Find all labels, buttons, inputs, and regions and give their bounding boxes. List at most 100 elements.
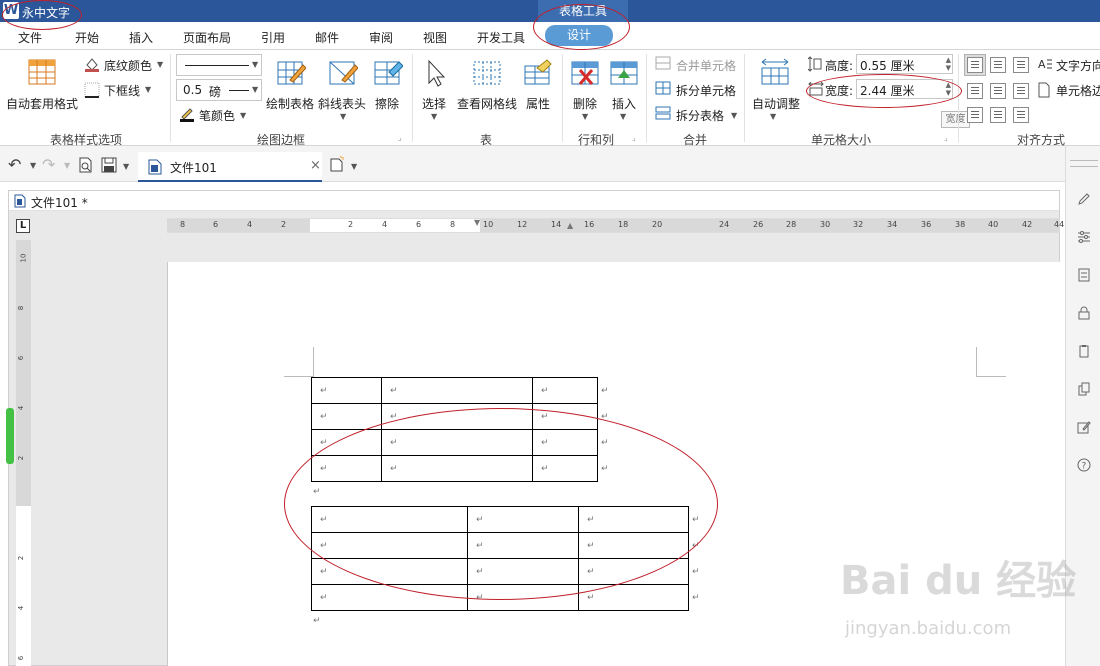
cell-size-launcher-icon[interactable]: ⌟ — [944, 133, 948, 142]
table-cell[interactable]: ↵ — [532, 403, 598, 430]
table-cell[interactable]: ↵ — [532, 455, 598, 482]
erase-button[interactable]: 擦除 — [375, 95, 399, 112]
tab-design[interactable]: 设计 — [545, 25, 613, 46]
line-weight-dropdown-icon[interactable]: ▼ — [252, 85, 258, 94]
table-cell[interactable]: ↵ — [311, 403, 382, 430]
tab-page-layout[interactable]: 页面布局 — [183, 29, 231, 46]
text-direction-button[interactable]: 文字方向 — [1056, 57, 1100, 74]
tab-file[interactable]: 文件 — [18, 29, 42, 46]
undo-icon[interactable]: ↶ — [8, 155, 21, 174]
table-cell[interactable]: ↵ — [467, 584, 579, 611]
styles-icon[interactable] — [1077, 268, 1091, 282]
vertical-ruler[interactable]: 10 8 6 4 2 2 4 6 — [6, 240, 31, 666]
draw-borders-launcher-icon[interactable]: ⌟ — [398, 133, 402, 142]
table-cell[interactable]: ↵ — [381, 403, 533, 430]
horizontal-ruler[interactable]: 8 6 4 2 2 4 6 8 10 12 14 16 18 20 24 26 28 30 32 34 36 38 40 42… — [167, 218, 1064, 233]
table-cell[interactable]: ↵ — [578, 558, 689, 585]
undo-dropdown-icon[interactable]: ▼ — [30, 161, 36, 170]
table-cell[interactable]: ↵ — [467, 532, 579, 559]
table-cell[interactable]: ↵ — [381, 455, 533, 482]
cell-margins-button[interactable]: 单元格边 — [1056, 82, 1100, 99]
tab-developer[interactable]: 开发工具 — [477, 29, 525, 46]
tab-review[interactable]: 审阅 — [369, 29, 393, 46]
draw-table-button[interactable]: 绘制表格 — [266, 95, 314, 112]
width-spinner-icon[interactable]: ▲ ▼ — [946, 81, 951, 97]
select-dropdown-icon[interactable]: ▼ — [431, 112, 437, 121]
copy-pages-icon[interactable] — [1077, 382, 1091, 396]
tab-insert[interactable]: 插入 — [129, 29, 153, 46]
print-preview-icon[interactable] — [78, 157, 94, 173]
tab-stop-selector[interactable]: L — [16, 219, 30, 233]
redo-icon[interactable]: ↷ — [42, 155, 55, 174]
pencil-icon[interactable] — [1077, 192, 1091, 206]
align-top-right-button[interactable] — [1013, 57, 1029, 73]
height-spinner-icon[interactable]: ▲ ▼ — [946, 56, 951, 72]
table-cell[interactable]: ↵ — [311, 558, 468, 585]
align-bottom-right-button[interactable] — [1013, 107, 1029, 123]
bottom-border-button[interactable]: 下框线 — [104, 82, 140, 99]
redo-dropdown-icon[interactable]: ▼ — [64, 161, 70, 170]
right-indent-icon[interactable]: ▲ — [567, 221, 573, 230]
table-cell[interactable]: ↵ — [467, 558, 579, 585]
table-cell[interactable]: ↵ — [467, 506, 579, 533]
autofit-button[interactable]: 自动调整 — [752, 95, 800, 112]
align-bottom-center-button[interactable] — [990, 107, 1006, 123]
line-style-select[interactable]: ▼ — [176, 54, 262, 76]
view-gridlines-button[interactable]: 查看网格线 — [457, 95, 517, 112]
diagonal-header-dropdown-icon[interactable]: ▼ — [340, 112, 346, 121]
table-cell[interactable]: ↵ — [532, 429, 598, 456]
align-bottom-left-button[interactable] — [967, 107, 983, 123]
line-weight-select[interactable]: 0.5 磅 ▼ — [176, 79, 262, 101]
insert-button[interactable]: 插入 — [612, 95, 636, 112]
close-tab-icon[interactable]: × — [310, 158, 321, 173]
autofit-dropdown-icon[interactable]: ▼ — [770, 112, 776, 121]
tab-references[interactable]: 引用 — [261, 29, 285, 46]
width-input[interactable]: 2.44 厘米 ▲ ▼ — [856, 79, 953, 99]
document-table-1[interactable]: ↵ ↵ ↵ ↵ ↵ ↵ ↵ ↵ ↵ ↵ ↵ ↵ ↵ ↵ ↵ ↵ — [311, 377, 612, 482]
align-top-center-button[interactable] — [990, 57, 1006, 73]
new-document-icon[interactable] — [329, 156, 345, 172]
edit-icon[interactable] — [1077, 420, 1091, 434]
align-middle-right-button[interactable] — [1013, 83, 1029, 99]
table-cell[interactable]: ↵ — [311, 506, 468, 533]
first-line-indent-icon[interactable]: ▼ — [474, 218, 480, 227]
table-cell[interactable]: ↵ — [311, 532, 468, 559]
new-document-dropdown-icon[interactable]: ▼ — [351, 162, 357, 171]
split-table-dropdown-icon[interactable]: ▼ — [731, 111, 737, 120]
table-cell[interactable]: ↵ — [311, 455, 382, 482]
table-cell[interactable]: ↵ — [311, 429, 382, 456]
align-middle-center-button[interactable] — [990, 83, 1006, 99]
delete-button[interactable]: 删除 — [573, 95, 597, 112]
height-input[interactable]: 0.55 厘米 ▲ ▼ — [856, 54, 953, 74]
split-table-button[interactable]: 拆分表格 — [676, 107, 724, 124]
shading-color-dropdown-icon[interactable]: ▼ — [157, 60, 163, 69]
align-top-left-button[interactable] — [967, 57, 983, 73]
line-style-dropdown-icon[interactable]: ▼ — [252, 60, 258, 69]
shading-color-button[interactable]: 底纹颜色 — [104, 57, 152, 74]
tab-home[interactable]: 开始 — [75, 29, 99, 46]
vertical-scroll-marker[interactable] — [6, 408, 14, 464]
lock-icon[interactable] — [1077, 306, 1091, 320]
table-cell[interactable]: ↵ — [311, 377, 382, 404]
table-cell[interactable]: ↵ — [311, 584, 468, 611]
rows-columns-launcher-icon[interactable]: ⌟ — [632, 133, 636, 142]
table-cell[interactable]: ↵ — [381, 429, 533, 456]
insert-dropdown-icon[interactable]: ▼ — [620, 112, 626, 121]
document-tab[interactable]: 文件101 × — [138, 152, 322, 182]
table-cell[interactable]: ↵ — [578, 506, 689, 533]
document-table-2[interactable]: ↵ ↵ ↵ ↵ ↵ ↵ ↵ ↵ ↵ ↵ ↵ ↵ ↵ ↵ ↵ ↵ — [311, 506, 703, 611]
pen-color-dropdown-icon[interactable]: ▼ — [240, 111, 246, 120]
auto-format-button[interactable]: 自动套用格式 — [6, 95, 78, 112]
diagonal-header-button[interactable]: 斜线表头 — [318, 95, 366, 112]
properties-button[interactable]: 属性 — [526, 95, 550, 112]
tab-mailings[interactable]: 邮件 — [315, 29, 339, 46]
align-middle-left-button[interactable] — [967, 83, 983, 99]
table-cell[interactable]: ↵ — [381, 377, 533, 404]
bottom-border-dropdown-icon[interactable]: ▼ — [145, 85, 151, 94]
table-cell[interactable]: ↵ — [532, 377, 598, 404]
help-icon[interactable]: ? — [1077, 458, 1091, 472]
table-cell[interactable]: ↵ — [578, 584, 689, 611]
sliders-icon[interactable] — [1077, 230, 1091, 244]
delete-dropdown-icon[interactable]: ▼ — [582, 112, 588, 121]
merge-cells-button[interactable]: 合并单元格 — [676, 57, 736, 74]
